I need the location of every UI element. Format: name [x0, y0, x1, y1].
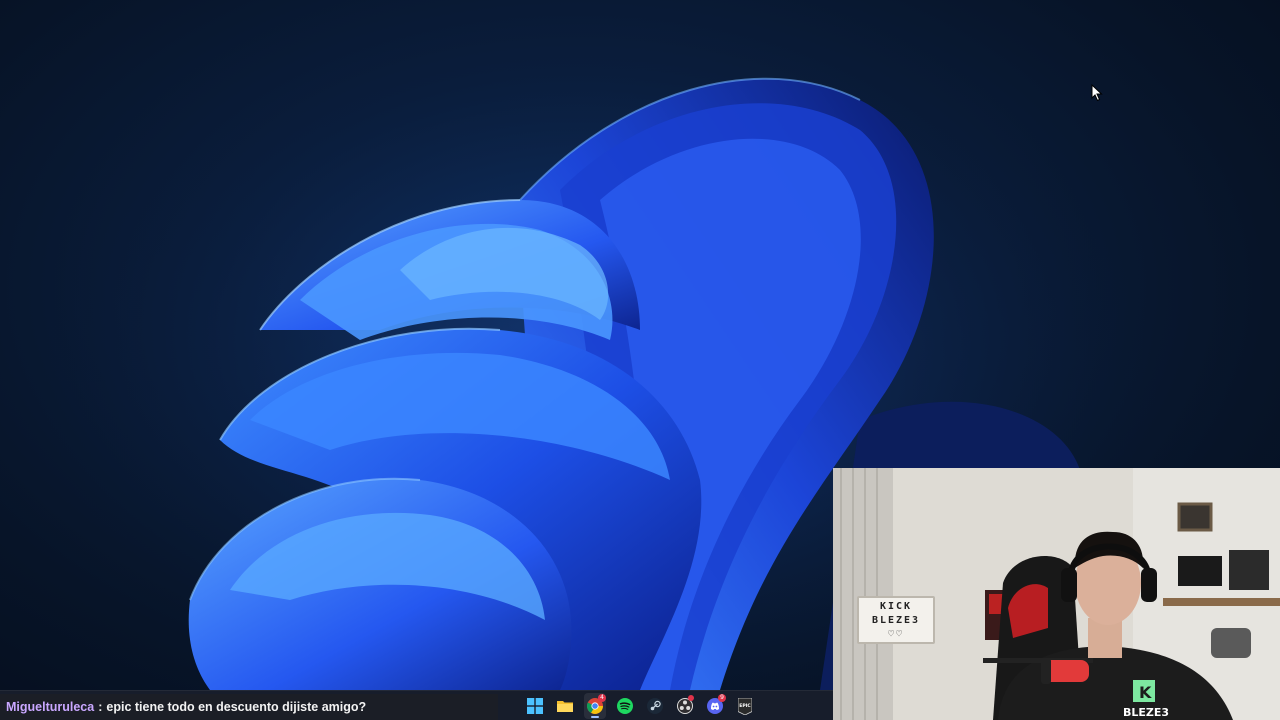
chrome-icon[interactable]: 4 [584, 693, 606, 719]
obs-icon[interactable] [674, 693, 696, 719]
lightbox-line-2: BLEZE3 [871, 615, 921, 626]
epic-games-icon[interactable]: EPIC [734, 693, 756, 719]
obs-live-dot [688, 695, 694, 701]
lightbox-sign: KICK BLEZE3 ♡♡ [857, 596, 935, 644]
shirt-text: BLEZE3 [1123, 706, 1169, 719]
steam-icon[interactable] [644, 693, 666, 719]
chat-message-overlay: Miguelturuleca : epic tiene todo en desc… [0, 694, 498, 720]
lightbox-line-3: ♡♡ [887, 629, 905, 640]
epic-label: EPIC [739, 703, 751, 709]
discord-badge: 9 [718, 694, 726, 702]
webcam-scene: K BLEZE3 [833, 468, 1280, 720]
discord-icon[interactable]: 9 [704, 693, 726, 719]
taskbar-icons: 4 9 EPIC [524, 691, 756, 720]
chat-separator: : [98, 700, 103, 714]
spotify-icon[interactable] [614, 693, 636, 719]
file-explorer-icon[interactable] [554, 693, 576, 719]
lightbox-line-1: KICK [879, 601, 913, 612]
chrome-badge: 4 [598, 694, 606, 702]
windows-start-icon[interactable] [524, 693, 546, 719]
mouse-cursor-icon [1091, 84, 1103, 102]
webcam-overlay: K BLEZE3 KICK BLEZE3 ♡♡ [833, 468, 1280, 720]
chat-message-text: epic tiene todo en descuento dijiste ami… [106, 700, 367, 714]
svg-text:K: K [1139, 683, 1152, 702]
chat-username: Miguelturuleca [6, 700, 95, 714]
